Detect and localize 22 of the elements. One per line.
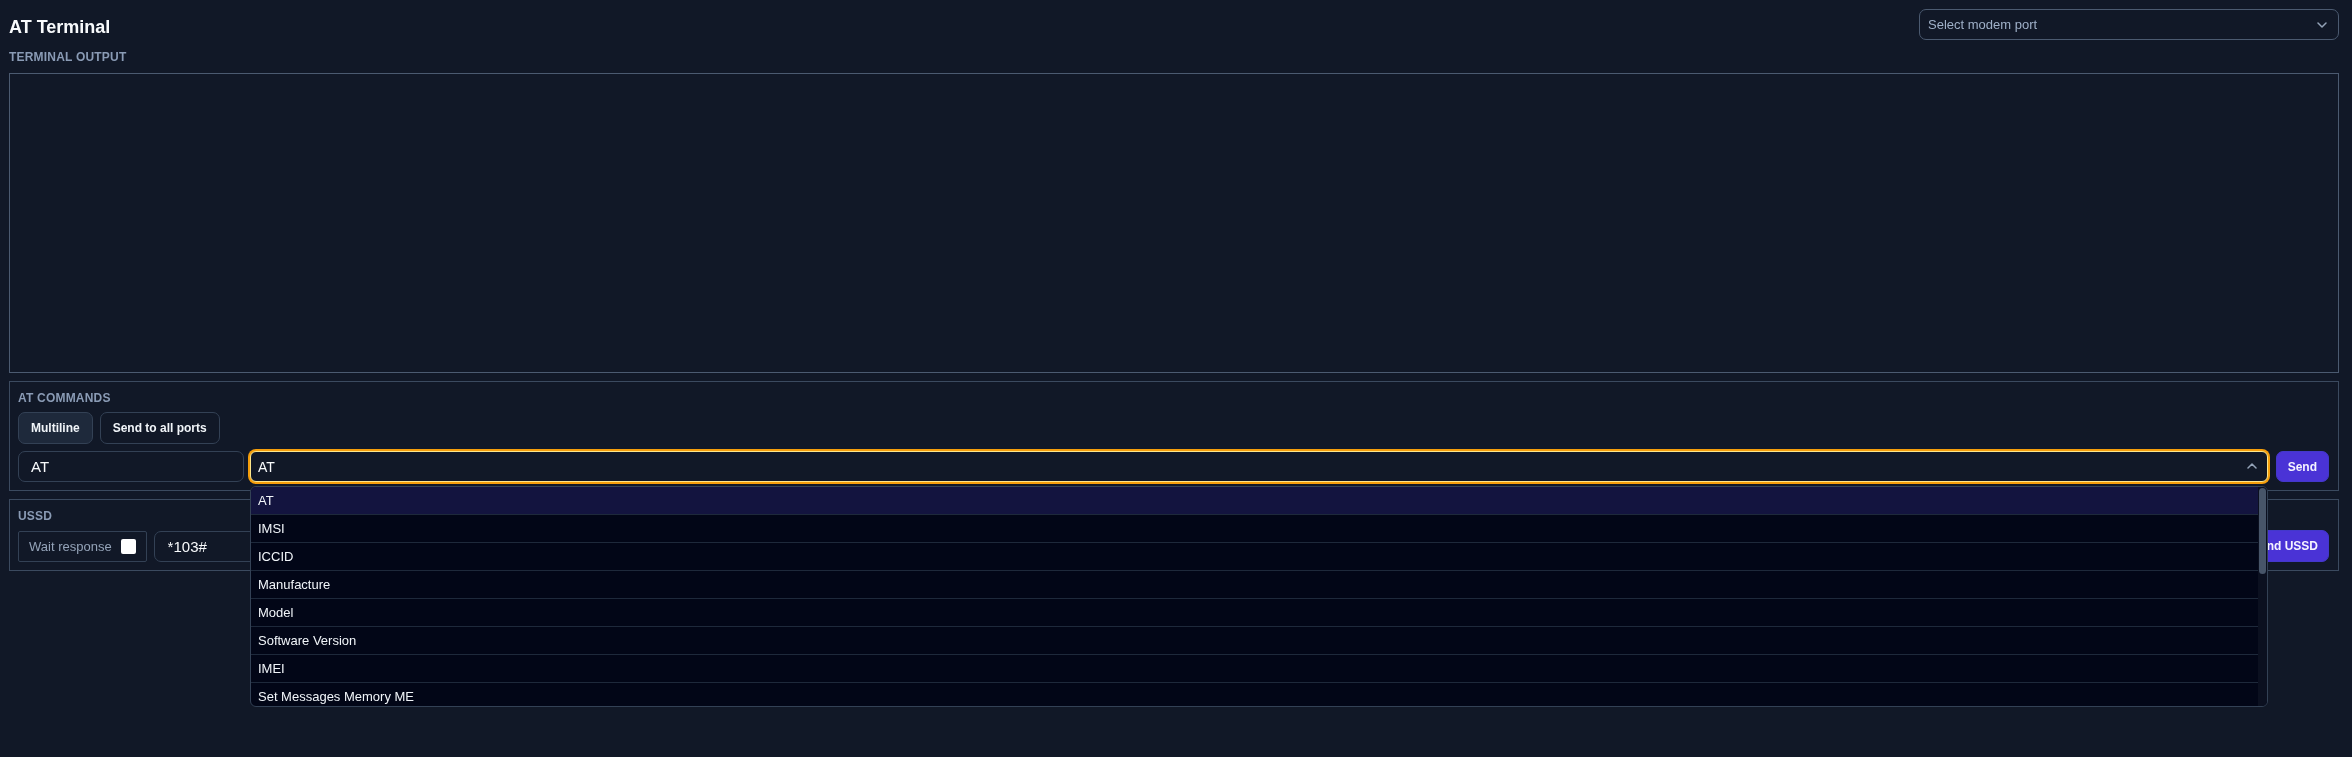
dropdown-option[interactable]: Model <box>251 599 2258 627</box>
dropdown-option[interactable]: IMEI <box>251 655 2258 683</box>
dropdown-option[interactable]: Set Messages Memory ME <box>251 683 2258 706</box>
dropdown-option[interactable]: Software Version <box>251 627 2258 655</box>
toggle-button[interactable]: Multiline <box>18 412 93 444</box>
dropdown-option[interactable]: ICCID <box>251 543 2258 571</box>
scrollbar-thumb[interactable] <box>2258 488 2266 574</box>
dropdown-option[interactable]: Manufacture <box>251 571 2258 599</box>
port-select[interactable]: Select modem port <box>1919 9 2339 40</box>
command-input[interactable]: AT <box>18 451 244 482</box>
page-title: AT Terminal <box>9 15 111 38</box>
toggle-button[interactable]: Send to all ports <box>99 412 220 444</box>
send-button[interactable]: Send <box>2275 451 2329 482</box>
ussd-code-input[interactable]: *103# <box>153 530 252 562</box>
dropdown-option[interactable]: AT <box>251 487 2258 515</box>
checkbox[interactable] <box>120 538 136 554</box>
dropdown-option[interactable]: IMSI <box>251 515 2258 543</box>
command-select[interactable]: AT <box>250 451 2268 482</box>
checkbox-label: Wait response <box>29 538 112 554</box>
section-label: USSD <box>18 509 53 523</box>
section-label: AT COMMANDS <box>18 391 111 405</box>
section-label: TERMINAL OUTPUT <box>9 50 127 64</box>
